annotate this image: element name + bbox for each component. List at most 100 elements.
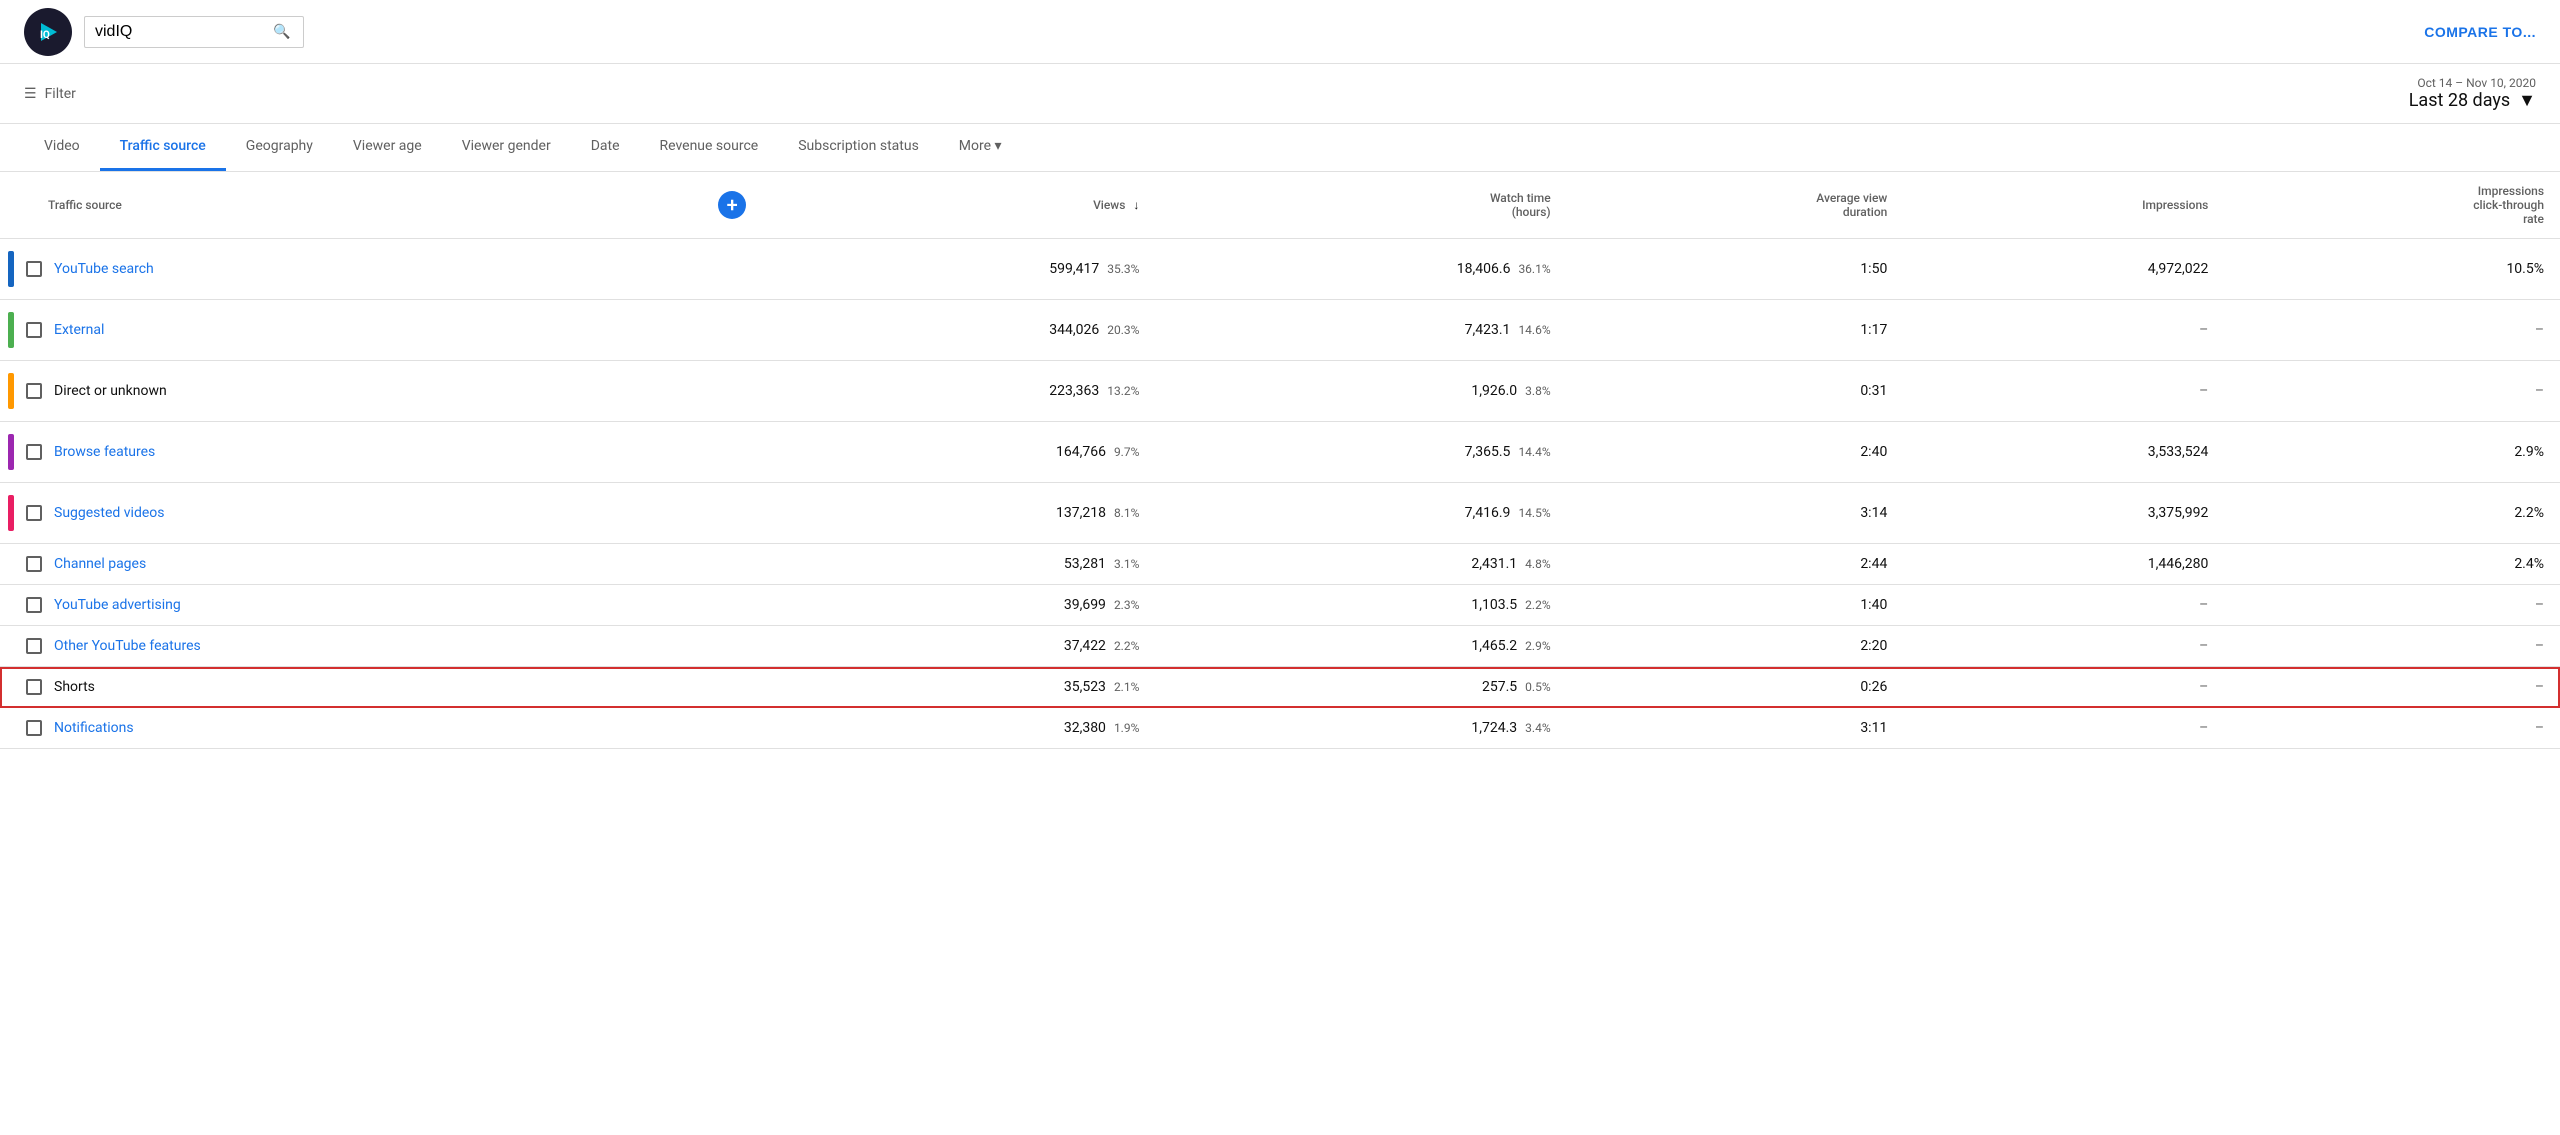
avg-duration-cell: 2:40 <box>1567 422 1904 483</box>
col-header-impressions: Impressions <box>1903 172 2224 239</box>
source-cell-channel-pages: Channel pages <box>0 544 708 585</box>
col-header-views[interactable]: Views ↓ <box>756 172 1155 239</box>
vidiq-logo: IQ <box>24 8 72 56</box>
tab-viewer-age[interactable]: Viewer age <box>333 124 442 171</box>
source-link-notifications[interactable]: Notifications <box>54 720 134 736</box>
filter-bar: ☰ Filter Oct 14 – Nov 10, 2020 Last 28 d… <box>0 64 2560 124</box>
impressions-cell: – <box>1903 300 2224 361</box>
row-checkbox-suggested-videos[interactable] <box>26 505 42 521</box>
table-row: Notifications32,3801.9%1,724.33.4%3:11–– <box>0 708 2560 749</box>
sort-arrow-icon: ↓ <box>1133 198 1139 212</box>
row-checkbox-other-youtube[interactable] <box>26 638 42 654</box>
tab-date[interactable]: Date <box>571 124 640 171</box>
tab-geography[interactable]: Geography <box>226 124 333 171</box>
row-checkbox-browse-features[interactable] <box>26 444 42 460</box>
views-cell: 344,02620.3% <box>756 300 1155 361</box>
avg-duration-cell: 0:31 <box>1567 361 1904 422</box>
col-header-avg-view: Average view duration <box>1567 172 1904 239</box>
col-header-add[interactable]: + <box>708 172 756 239</box>
tab-traffic-source[interactable]: Traffic source <box>100 124 226 171</box>
ctr-cell: 2.9% <box>2224 422 2560 483</box>
source-link-youtube-search[interactable]: YouTube search <box>54 261 154 277</box>
add-cell <box>708 585 756 626</box>
source-cell-youtube-advertising: YouTube advertising <box>0 585 708 626</box>
table-row: Channel pages53,2813.1%2,431.14.8%2:441,… <box>0 544 2560 585</box>
row-checkbox-notifications[interactable] <box>26 720 42 736</box>
color-indicator <box>8 434 14 470</box>
add-cell <box>708 667 756 708</box>
col-header-ctr: Impressions click-through rate <box>2224 172 2560 239</box>
source-link-external[interactable]: External <box>54 322 104 338</box>
tab-viewer-gender[interactable]: Viewer gender <box>442 124 571 171</box>
row-checkbox-youtube-advertising[interactable] <box>26 597 42 613</box>
search-input[interactable] <box>95 23 265 41</box>
impressions-cell: – <box>1903 585 2224 626</box>
table-row: Other YouTube features37,4222.2%1,465.22… <box>0 626 2560 667</box>
filter-section[interactable]: ☰ Filter <box>24 86 76 102</box>
date-range-text: Oct 14 – Nov 10, 2020 <box>2409 76 2536 90</box>
source-link-suggested-videos[interactable]: Suggested videos <box>54 505 165 521</box>
ctr-cell: 2.4% <box>2224 544 2560 585</box>
tab-revenue-source[interactable]: Revenue source <box>640 124 779 171</box>
compare-button[interactable]: COMPARE TO... <box>2424 24 2536 40</box>
filter-icon: ☰ <box>24 86 37 102</box>
source-cell-youtube-search: YouTube search <box>0 239 708 300</box>
add-column-button[interactable]: + <box>718 191 746 219</box>
watch-time-cell: 1,724.33.4% <box>1155 708 1566 749</box>
color-indicator <box>8 251 14 287</box>
table-row: Suggested videos137,2188.1%7,416.914.5%3… <box>0 483 2560 544</box>
source-link-other-youtube[interactable]: Other YouTube features <box>54 638 201 654</box>
table-row: Shorts35,5232.1%257.50.5%0:26–– <box>0 667 2560 708</box>
views-cell: 599,41735.3% <box>756 239 1155 300</box>
row-checkbox-external[interactable] <box>26 322 42 338</box>
col-header-watch-time: Watch time (hours) <box>1155 172 1566 239</box>
search-box[interactable]: 🔍 <box>84 16 304 48</box>
row-checkbox-youtube-search[interactable] <box>26 261 42 277</box>
views-cell: 223,36313.2% <box>756 361 1155 422</box>
svg-text:IQ: IQ <box>40 30 50 41</box>
ctr-cell: – <box>2224 585 2560 626</box>
watch-time-cell: 7,365.514.4% <box>1155 422 1566 483</box>
traffic-source-table: Traffic source + Views ↓ Watch time (hou… <box>0 172 2560 749</box>
dropdown-arrow-icon: ▼ <box>2518 90 2536 111</box>
ctr-cell: – <box>2224 300 2560 361</box>
watch-time-cell: 1,103.52.2% <box>1155 585 1566 626</box>
impressions-cell: – <box>1903 361 2224 422</box>
tab-more[interactable]: More ▾ <box>939 124 1022 171</box>
header: IQ 🔍 COMPARE TO... <box>0 0 2560 64</box>
add-cell <box>708 544 756 585</box>
avg-duration-cell: 1:40 <box>1567 585 1904 626</box>
col-header-source: Traffic source <box>0 172 708 239</box>
watch-time-cell: 18,406.636.1% <box>1155 239 1566 300</box>
analytics-tabs: Video Traffic source Geography Viewer ag… <box>0 124 2560 172</box>
ctr-cell: – <box>2224 361 2560 422</box>
impressions-cell: 3,375,992 <box>1903 483 2224 544</box>
watch-time-cell: 7,423.114.6% <box>1155 300 1566 361</box>
row-checkbox-channel-pages[interactable] <box>26 556 42 572</box>
add-cell <box>708 483 756 544</box>
add-cell <box>708 300 756 361</box>
row-checkbox-shorts[interactable] <box>26 679 42 695</box>
views-cell: 37,4222.2% <box>756 626 1155 667</box>
views-cell: 32,3801.9% <box>756 708 1155 749</box>
avg-duration-cell: 2:20 <box>1567 626 1904 667</box>
tab-subscription-status[interactable]: Subscription status <box>778 124 939 171</box>
row-checkbox-direct[interactable] <box>26 383 42 399</box>
period-selector[interactable]: Last 28 days ▼ <box>2409 90 2536 111</box>
source-link-youtube-advertising[interactable]: YouTube advertising <box>54 597 181 613</box>
avg-duration-cell: 1:17 <box>1567 300 1904 361</box>
add-cell <box>708 361 756 422</box>
header-left: IQ 🔍 <box>24 8 304 56</box>
add-cell <box>708 422 756 483</box>
impressions-cell: – <box>1903 708 2224 749</box>
filter-label: Filter <box>45 86 76 102</box>
source-label-shorts: Shorts <box>54 679 95 695</box>
source-link-channel-pages[interactable]: Channel pages <box>54 556 146 572</box>
table-row: YouTube advertising39,6992.3%1,103.52.2%… <box>0 585 2560 626</box>
color-indicator <box>8 312 14 348</box>
source-cell-browse-features: Browse features <box>0 422 708 483</box>
tab-video[interactable]: Video <box>24 124 100 171</box>
impressions-cell: 4,972,022 <box>1903 239 2224 300</box>
add-cell <box>708 239 756 300</box>
source-link-browse-features[interactable]: Browse features <box>54 444 155 460</box>
